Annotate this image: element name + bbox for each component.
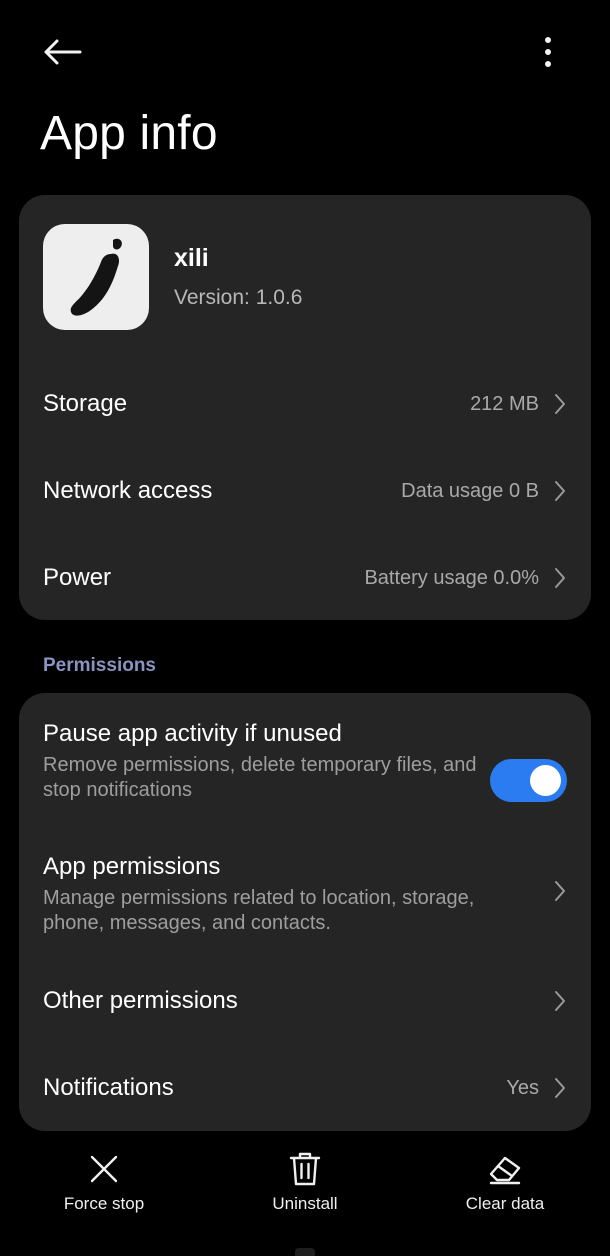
chevron-right-icon	[553, 392, 567, 416]
network-access-row[interactable]: Network access Data usage 0 B	[19, 460, 591, 522]
more-options-button[interactable]	[528, 30, 568, 74]
app-permissions-title: App permissions	[43, 853, 221, 880]
more-vertical-icon	[545, 37, 551, 67]
network-access-title: Network access	[43, 477, 213, 504]
pause-app-activity-toggle[interactable]	[490, 759, 567, 802]
app-info-screen: App info xili Version: 1.0.6 Storage 212…	[0, 0, 610, 1256]
force-stop-label: Force stop	[63, 1194, 145, 1213]
page-title: App info	[40, 107, 218, 160]
chevron-right-icon	[553, 479, 567, 503]
app-permissions-row[interactable]: App permissions Manage permissions relat…	[19, 848, 591, 940]
notifications-value: Yes	[506, 1077, 539, 1099]
pause-app-activity-row[interactable]: Pause app activity if unused Remove perm…	[19, 715, 591, 807]
toggle-knob	[530, 765, 561, 796]
permissions-section-label: Permissions	[43, 655, 156, 676]
storage-title: Storage	[43, 390, 128, 417]
chevron-right-icon	[553, 879, 567, 903]
back-button[interactable]	[36, 30, 88, 74]
storage-value: 212 MB	[470, 393, 539, 415]
app-version: Version: 1.0.6	[174, 286, 303, 309]
pause-app-activity-subtitle: Remove permissions, delete temporary fil…	[43, 754, 477, 801]
app-permissions-subtitle: Manage permissions related to location, …	[43, 887, 475, 934]
app-icon	[43, 224, 149, 330]
trash-icon	[285, 1150, 325, 1188]
eraser-icon	[485, 1150, 525, 1188]
power-value: Battery usage 0.0%	[364, 567, 539, 589]
arrow-left-icon	[44, 39, 82, 65]
other-permissions-row[interactable]: Other permissions	[19, 970, 591, 1032]
bottom-action-bar: Force stop Uninstall Clear data	[0, 1140, 610, 1256]
chevron-right-icon	[553, 566, 567, 590]
notifications-row[interactable]: Notifications Yes	[19, 1057, 591, 1119]
chili-pepper-icon	[70, 238, 122, 316]
storage-row[interactable]: Storage 212 MB	[19, 373, 591, 435]
network-access-value: Data usage 0 B	[401, 480, 539, 502]
power-title: Power	[43, 564, 112, 591]
force-stop-button[interactable]: Force stop	[34, 1150, 174, 1220]
uninstall-button[interactable]: Uninstall	[235, 1150, 375, 1220]
permissions-card: Pause app activity if unused Remove perm…	[19, 693, 591, 1131]
chevron-right-icon	[553, 989, 567, 1013]
pause-app-activity-title: Pause app activity if unused	[43, 720, 342, 747]
uninstall-label: Uninstall	[272, 1194, 338, 1213]
top-bar	[0, 0, 610, 100]
chevron-right-icon	[553, 1076, 567, 1100]
power-row[interactable]: Power Battery usage 0.0%	[19, 547, 591, 609]
gesture-hint	[295, 1248, 315, 1256]
close-x-icon	[84, 1150, 124, 1188]
clear-data-button[interactable]: Clear data	[435, 1150, 575, 1220]
clear-data-label: Clear data	[465, 1194, 545, 1213]
app-info-card: xili Version: 1.0.6 Storage 212 MB Netwo…	[19, 195, 591, 620]
app-header: xili Version: 1.0.6	[43, 224, 563, 330]
other-permissions-title: Other permissions	[43, 987, 238, 1014]
notifications-title: Notifications	[43, 1074, 174, 1101]
app-name: xili	[174, 244, 209, 272]
